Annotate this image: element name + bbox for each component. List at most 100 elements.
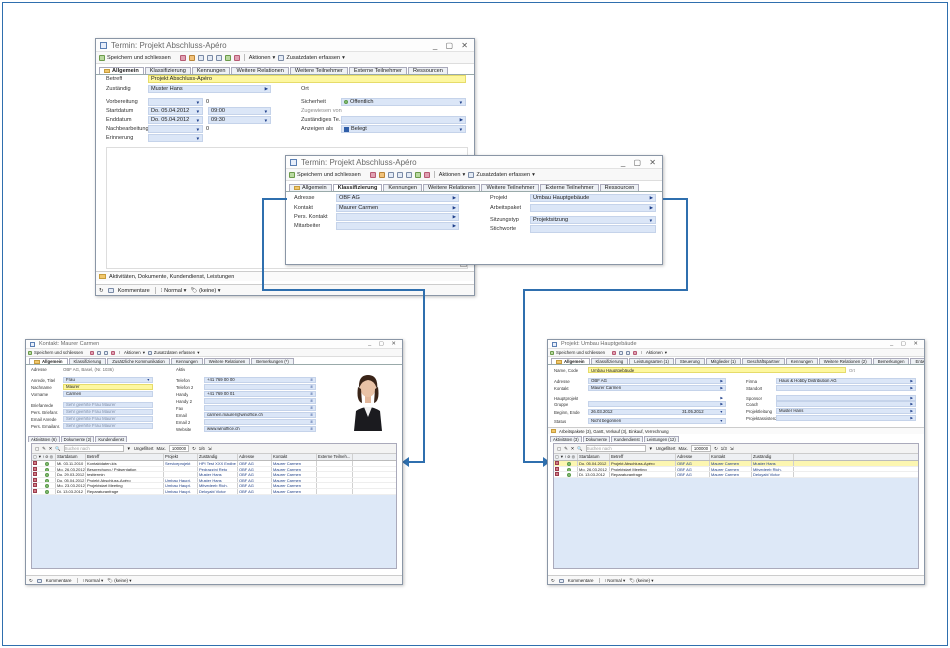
column-header-startdatum[interactable]: Startdatum	[56, 454, 86, 460]
column-header-zust-ndig[interactable]: Zuständig	[198, 454, 238, 460]
field-input-pers-emailanr[interactable]: Sehr geehrte Frau Maurer	[63, 423, 153, 429]
save-icon[interactable]	[179, 54, 186, 61]
tab-weitere-relationen[interactable]: Weitere Relationen	[423, 184, 481, 191]
export-icon[interactable]: ⇲	[208, 446, 212, 452]
copy-icon[interactable]	[378, 171, 385, 178]
grid-search-input[interactable]: Suchen nach	[585, 445, 646, 452]
field-input-projektassistenz[interactable]: ▶	[776, 415, 916, 421]
filter-select[interactable]: Ungefiltert	[134, 446, 154, 451]
cell-resp[interactable]: Deloyabi Victor	[752, 472, 794, 477]
erinnerung-select[interactable]: ▼	[148, 134, 203, 142]
start-time-select[interactable]: 09:00 ▼	[208, 107, 271, 115]
column-header-kontakt[interactable]: Kontakt	[272, 454, 317, 460]
mitarbeiter-select[interactable]: ▶	[336, 222, 459, 230]
ort-input[interactable]	[341, 85, 466, 93]
field-input-kontakt[interactable]: Maurer Carmen ▶	[588, 385, 726, 391]
vorbereitung-select[interactable]: ▼	[148, 98, 203, 106]
column-header-kontakt[interactable]: Kontakt	[710, 454, 752, 460]
title-bar[interactable]: Projekt: Umbau Hauptgebäude _ ▢ ✕	[548, 340, 924, 349]
priority-select[interactable]: ⁝ Normal ▾	[605, 578, 626, 584]
field-input-gruppe[interactable]: ▶	[588, 401, 726, 407]
cell-resp[interactable]: Muster Hans	[198, 472, 238, 477]
startdatum-input[interactable]: Do. 05.04.2012 ▼	[148, 107, 203, 115]
export-icon[interactable]: ⇲	[730, 446, 734, 452]
project-name-input[interactable]: Umbau Hauptgebäude	[588, 367, 846, 373]
cell-resp[interactable]: Muster Hans	[752, 461, 794, 466]
tab-klassifizierung[interactable]: Klassifizierung	[68, 358, 107, 364]
adresse-select[interactable]: OBF AG ▶	[336, 194, 459, 202]
field-input-coach[interactable]: ▶	[776, 401, 916, 407]
field-input-email-anrede[interactable]: Sehr geehrte Frau Maurer	[63, 416, 153, 422]
attach-icon[interactable]	[197, 54, 204, 61]
tab-kennungen[interactable]: Kennungen	[191, 67, 231, 74]
column-header-betreff[interactable]: Betreff	[610, 454, 676, 460]
cell-resp[interactable]: Mitvedeeb Rich.	[752, 466, 794, 472]
save-icon[interactable]	[369, 171, 376, 178]
field-input-vorname[interactable]: Carmen	[63, 391, 153, 397]
close-icon[interactable]: ✕	[49, 446, 53, 452]
field-input-telefon[interactable]: +41 769 00 00 ✆	[204, 377, 316, 383]
save-icon[interactable]	[89, 350, 94, 355]
field-input-handy-2[interactable]: ✆	[204, 398, 316, 404]
tab-externe-teilnehmer[interactable]: Externe Teilnehmer	[348, 67, 407, 74]
cell-project[interactable]	[164, 472, 198, 477]
globe-icon[interactable]	[224, 54, 231, 61]
zustaendig-select[interactable]: Muster Hans ▶	[148, 85, 271, 93]
field-input-nachname[interactable]: Maurer	[63, 384, 153, 390]
filter-icon[interactable]: ▼	[649, 446, 653, 451]
cell-contact[interactable]: Maurer Carmen	[272, 472, 317, 477]
field-input-aktiv[interactable]	[204, 366, 316, 372]
cell-addr[interactable]: OBF AG	[238, 483, 272, 488]
priority-select[interactable]: ⁝ Normal ▾	[83, 578, 104, 584]
comments-button[interactable]: Kommentare	[46, 578, 72, 583]
tab-kennungen[interactable]: Kennungen	[785, 358, 818, 364]
tab-entwicklung[interactable]: Entwicklung	[910, 358, 924, 364]
field-input-briefanrede[interactable]: Sehr geehrte Frau Maurer	[63, 402, 153, 408]
field-input-standort[interactable]: ▶	[776, 385, 916, 391]
history-icon[interactable]: ↻	[29, 578, 33, 584]
cell-addr[interactable]: OBF AG	[676, 472, 710, 477]
column-header-externe-teilneh[interactable]: Externe Teilneh...	[317, 454, 353, 460]
tab-bemerkungen[interactable]: Bemerkungen (*)	[251, 358, 294, 364]
tab-allgemein[interactable]: Allgemein	[551, 358, 590, 364]
refresh-icon[interactable]: ↻	[192, 446, 196, 452]
column-header-projekt[interactable]: Projekt	[164, 454, 198, 460]
tab-allgemein[interactable]: Allgemein	[289, 184, 332, 191]
subtab-kundendienst[interactable]: Kundendienst	[95, 436, 127, 442]
cell-contact[interactable]: Maurer Carmen	[272, 466, 317, 472]
tab-leistungsarten-1[interactable]: Leistungsarten (1)	[629, 358, 674, 364]
sitzungstyp-select[interactable]: Projektsitzung ▼	[530, 216, 656, 224]
cell-resp[interactable]: Muster Hans	[198, 477, 238, 483]
column-header-betreff[interactable]: Betreff	[86, 454, 164, 460]
cell-contact[interactable]: Maurer Carmen	[710, 461, 752, 466]
copy-icon[interactable]	[188, 54, 195, 61]
tab-mitglieder-1[interactable]: Mitglieder (1)	[705, 358, 741, 364]
category-select[interactable]: 🏷 (keine) ▾	[107, 578, 131, 584]
tab-kennungen[interactable]: Kennungen	[170, 358, 203, 364]
tab-klassifizierung[interactable]: Klassifizierung	[144, 67, 191, 74]
cell-addr[interactable]: OBF AG	[238, 461, 272, 466]
field-input-status[interactable]: Nicht begonnen ▼	[588, 418, 726, 424]
tab-allgemein[interactable]: Allgemein	[29, 358, 68, 364]
field-input-handy[interactable]: +41 769 00 01 ✆	[204, 391, 316, 397]
cell-project[interactable]: Umbau Haupt.	[164, 488, 198, 494]
cell-project[interactable]: Serviceprojekt	[164, 461, 198, 466]
actions-menu[interactable]: Aktionen ▾	[124, 350, 145, 356]
kontakt-select[interactable]: Maurer Carmen ▶	[336, 204, 459, 212]
cell-contact[interactable]: Maurer Carmen	[272, 477, 317, 483]
subtab-aktivit-ten-6[interactable]: Aktivitäten (6)	[28, 436, 60, 442]
field-input-sponsor[interactable]: ▶	[776, 395, 916, 401]
document-icon[interactable]	[96, 350, 101, 355]
filter-icon[interactable]: ▼	[127, 446, 131, 451]
filter-select[interactable]: Ungefiltert	[656, 446, 676, 451]
sicherheit-select[interactable]: Öffentlich ▼	[341, 98, 466, 106]
tab-weitere-teilnehmer[interactable]: Weitere Teilnehmer	[289, 67, 348, 74]
subtab-kundendienst[interactable]: Kundendienst	[611, 436, 643, 442]
print-icon[interactable]	[405, 171, 412, 178]
column-header-adresse[interactable]: Adresse	[676, 454, 710, 460]
category-select[interactable]: 🏷 (keine) ▾	[629, 578, 653, 584]
title-bar[interactable]: Kontakt: Maurer Carmen _ ▢ ✕	[26, 340, 402, 349]
cell-contact[interactable]: Maurer Carmen	[272, 483, 317, 488]
arbeitspaket-select[interactable]: ▶	[530, 204, 656, 212]
cell-project[interactable]: Umbau Haupt.	[164, 477, 198, 483]
